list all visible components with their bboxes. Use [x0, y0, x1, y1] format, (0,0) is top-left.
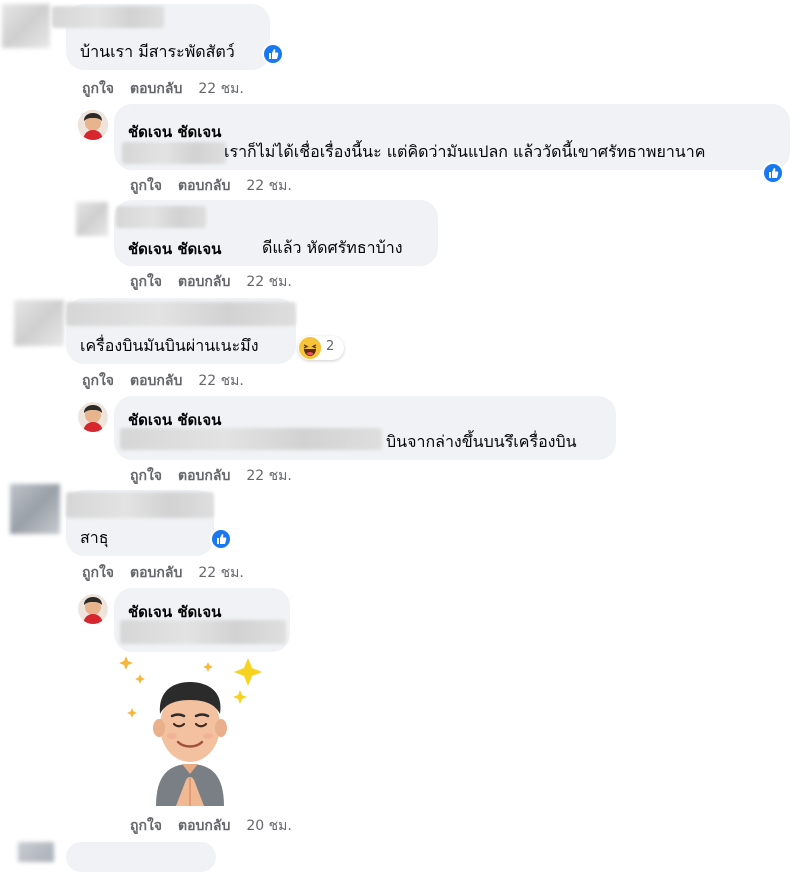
reply-button[interactable]: ตอบกลับ: [130, 81, 182, 97]
blurred-author-name: [66, 492, 214, 518]
blurred-author-name: [66, 302, 296, 326]
comment-text: ดีแล้ว หัดศรัทธาบ้าง: [262, 238, 403, 257]
avatar[interactable]: [10, 484, 60, 534]
comment-bubble: ชัดเจน ชัดเจน ดีแล้ว หัดศรัทธาบ้าง: [114, 200, 438, 266]
comment-bubble: ชัดเจน ชัดเจน เราก็ไม่ได้เชื่อเรื่องนี้น…: [114, 104, 790, 170]
comment-actions: ถูกใจ ตอบกลับ 22 ชม.: [130, 465, 308, 487]
comment-actions: ถูกใจ ตอบกลับ 20 ชม.: [130, 815, 308, 837]
reaction-count: 2: [326, 339, 335, 354]
comment-actions: ถูกใจ ตอบกลับ 22 ชม.: [82, 78, 260, 100]
comment-actions: ถูกใจ ตอบกลับ 22 ชม.: [82, 370, 260, 392]
praying-avatar-sticker[interactable]: [112, 656, 272, 806]
author-name[interactable]: ชัดเจน ชัดเจน: [128, 120, 221, 144]
reply-button[interactable]: ตอบกลับ: [178, 468, 230, 484]
comment-bubble: เครื่องบินมันบินผ่านเนะมึง: [66, 298, 296, 364]
comment-text: สาธุ: [80, 528, 109, 547]
comment-text: เครื่องบินมันบินผ่านเนะมึง: [80, 336, 259, 355]
blurred-mention: [120, 620, 286, 644]
timestamp[interactable]: 22 ชม.: [246, 468, 291, 484]
author-name[interactable]: ชัดเจน ชัดเจน: [128, 237, 221, 261]
reaction-summary[interactable]: 2: [298, 336, 344, 360]
avatar[interactable]: [14, 300, 64, 346]
timestamp[interactable]: 22 ชม.: [198, 81, 243, 97]
like-icon[interactable]: [210, 528, 232, 550]
reply-button[interactable]: ตอบกลับ: [130, 565, 182, 581]
timestamp[interactable]: 22 ชม.: [246, 274, 291, 290]
reply-button[interactable]: ตอบกลับ: [178, 818, 230, 834]
comment-bubble: บ้านเรา มีสาระพัดสัตว์: [52, 4, 270, 70]
like-icon[interactable]: [762, 162, 784, 184]
avatar[interactable]: [18, 842, 54, 862]
like-button[interactable]: ถูกใจ: [82, 81, 114, 97]
comment-bubble: ชัดเจน ชัดเจน บินจากล่างขึ้นบนรึเครื่องบ…: [114, 396, 616, 460]
blurred-mention: [120, 428, 382, 450]
reply-button[interactable]: ตอบกลับ: [130, 373, 182, 389]
avatar[interactable]: [2, 4, 50, 48]
comment-actions: ถูกใจ ตอบกลับ 22 ชม.: [130, 175, 308, 197]
timestamp[interactable]: 22 ชม.: [246, 178, 291, 194]
comment-bubble: [66, 842, 216, 872]
like-button[interactable]: ถูกใจ: [82, 565, 114, 581]
like-button[interactable]: ถูกใจ: [130, 468, 162, 484]
blurred-mention: [122, 142, 226, 164]
comment-actions: ถูกใจ ตอบกลับ 22 ชม.: [82, 562, 260, 584]
haha-icon: [299, 337, 321, 359]
timestamp[interactable]: 22 ชม.: [198, 373, 243, 389]
avatar[interactable]: [76, 202, 108, 236]
avatar[interactable]: [78, 110, 108, 140]
avatar[interactable]: [78, 594, 108, 624]
like-button[interactable]: ถูกใจ: [130, 274, 162, 290]
comment-actions: ถูกใจ ตอบกลับ 22 ชม.: [130, 271, 308, 293]
comment-bubble: ชัดเจน ชัดเจน: [114, 588, 290, 652]
like-button[interactable]: ถูกใจ: [130, 818, 162, 834]
like-icon[interactable]: [262, 43, 284, 65]
timestamp[interactable]: 20 ชม.: [246, 818, 291, 834]
reply-button[interactable]: ตอบกลับ: [178, 274, 230, 290]
avatar[interactable]: [78, 402, 108, 432]
timestamp[interactable]: 22 ชม.: [198, 565, 243, 581]
comment-text: บินจากล่างขึ้นบนรึเครื่องบิน: [386, 432, 577, 451]
like-button[interactable]: ถูกใจ: [130, 178, 162, 194]
comment-text: บ้านเรา มีสาระพัดสัตว์: [80, 42, 235, 61]
reply-button[interactable]: ตอบกลับ: [178, 178, 230, 194]
comment-text: เราก็ไม่ได้เชื่อเรื่องนี้นะ แต่คิดว่ามัน…: [224, 142, 706, 161]
like-button[interactable]: ถูกใจ: [82, 373, 114, 389]
blurred-author-name: [52, 6, 164, 28]
blurred-author-name: [116, 206, 206, 228]
comment-bubble: สาธุ: [66, 490, 214, 556]
